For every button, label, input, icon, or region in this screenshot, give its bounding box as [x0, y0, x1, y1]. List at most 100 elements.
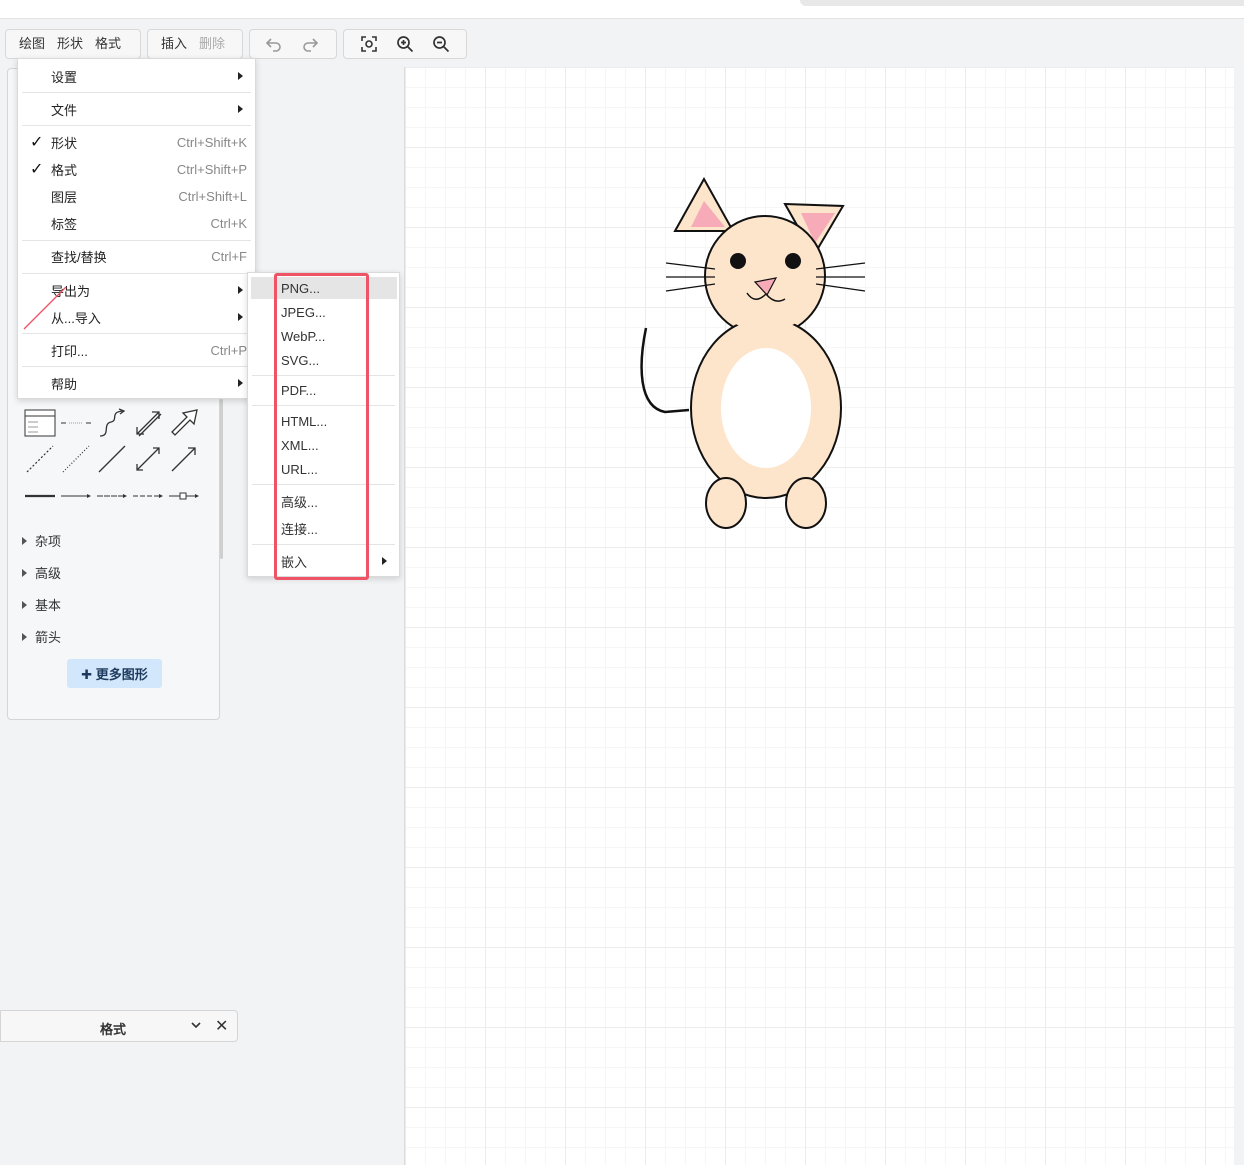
expand-triangle-icon — [22, 568, 27, 577]
submenu-arrow-icon — [238, 105, 243, 113]
menu-item-label: 文件 — [51, 102, 78, 118]
menu-item-shortcut: Ctrl+Shift+L — [178, 188, 247, 204]
menu-item-layers[interactable]: 图层 Ctrl+Shift+L — [18, 183, 255, 209]
insert-button[interactable]: 插入 — [148, 30, 193, 58]
edit-group: 插入 删除 — [147, 29, 243, 59]
undo-icon[interactable] — [256, 30, 292, 58]
menu-item-find-replace[interactable]: 查找/替换 Ctrl+F — [18, 243, 255, 269]
submenu-arrow-icon — [238, 72, 243, 80]
menu-item-print[interactable]: 打印... Ctrl+P — [18, 337, 255, 363]
shape-dashed-line[interactable] — [22, 441, 58, 477]
shape-bidirectional-arrow[interactable] — [130, 405, 166, 441]
export-svg[interactable]: SVG... — [248, 349, 399, 371]
shape-connector-dashed[interactable] — [94, 478, 130, 514]
export-pdf[interactable]: PDF... — [248, 379, 399, 401]
menu-format[interactable]: 格式 — [89, 30, 127, 58]
zoom-out-icon[interactable] — [423, 30, 459, 58]
menu-item-shape[interactable]: ✓ 形状 Ctrl+Shift+K — [18, 129, 255, 155]
delete-button[interactable]: 删除 — [193, 30, 231, 58]
shape-block-arrow[interactable] — [166, 405, 202, 441]
export-html[interactable]: HTML... — [248, 410, 399, 432]
menu-item-shortcut: Ctrl+K — [210, 215, 247, 231]
export-url[interactable]: URL... — [248, 458, 399, 480]
submenu-item-label: 连接... — [281, 521, 318, 537]
submenu-arrow-icon — [238, 313, 243, 321]
expand-triangle-icon — [22, 536, 27, 545]
menu-item-label: 查找/替换 — [51, 249, 107, 265]
close-icon[interactable]: ✕ — [215, 1016, 228, 1036]
menu-item-tags[interactable]: 标签 Ctrl+K — [18, 210, 255, 236]
cat-left-eye — [730, 253, 746, 269]
sidebar-scrollbar[interactable] — [220, 399, 223, 559]
export-embed[interactable]: 嵌入 — [248, 550, 399, 572]
cat-belly — [721, 348, 811, 468]
shape-connector-multi[interactable] — [130, 478, 166, 514]
redo-icon[interactable] — [292, 30, 328, 58]
more-shapes-button[interactable]: ✚ 更多图形 — [67, 659, 162, 688]
export-png[interactable]: PNG... — [251, 277, 397, 299]
export-link[interactable]: 连接... — [248, 517, 399, 539]
menu-item-label: 帮助 — [51, 376, 78, 392]
export-webp[interactable]: WebP... — [248, 325, 399, 347]
submenu-separator — [252, 405, 395, 406]
menu-item-label: 形状 — [51, 135, 78, 151]
menu-item-label: 格式 — [51, 162, 78, 178]
category-label: 高级 — [35, 566, 62, 581]
shapes-row-3 — [22, 478, 202, 514]
category-arrows[interactable]: 箭头 — [22, 627, 61, 646]
category-advanced[interactable]: 高级 — [22, 563, 61, 582]
export-jpeg[interactable]: JPEG... — [248, 301, 399, 323]
shape-curve-arrow[interactable] — [94, 405, 130, 441]
window-top-strip — [0, 0, 1244, 22]
submenu-item-label: 高级... — [281, 494, 318, 510]
submenu-arrow-icon — [238, 286, 243, 294]
export-advanced[interactable]: 高级... — [248, 490, 399, 512]
shape-connector-label[interactable] — [58, 478, 94, 514]
shape-line[interactable] — [94, 441, 130, 477]
shape-dotted-line[interactable] — [58, 441, 94, 477]
submenu-separator — [252, 544, 395, 545]
fit-page-icon[interactable] — [351, 30, 387, 58]
shapes-row-1 — [22, 405, 202, 441]
submenu-arrow-icon — [382, 557, 387, 565]
check-icon: ✓ — [30, 161, 44, 178]
menu-item-file[interactable]: 文件 — [18, 96, 255, 122]
category-label: 箭头 — [35, 630, 62, 645]
menu-item-label: 标签 — [51, 216, 78, 232]
submenu-item-label: SVG... — [281, 352, 320, 368]
shape-connector-block[interactable] — [166, 478, 202, 514]
menu-item-shortcut: Ctrl+Shift+P — [176, 161, 247, 177]
menu-group: 绘图 形状 格式 — [5, 29, 141, 59]
cat-right-eye — [785, 253, 801, 269]
export-xml[interactable]: XML... — [248, 434, 399, 456]
shapes-row-2 — [22, 441, 202, 477]
draw-menu-dropdown: 设置 文件 ✓ 形状 Ctrl+Shift+K ✓ 格式 Ctrl+Shift+… — [17, 58, 256, 399]
zoom-in-icon[interactable] — [387, 30, 423, 58]
category-basic[interactable]: 基本 — [22, 595, 61, 614]
shape-arrow-line[interactable] — [166, 441, 202, 477]
submenu-item-label: 嵌入 — [281, 554, 308, 570]
cat-right-foot — [785, 477, 827, 529]
drawing-canvas[interactable] — [404, 67, 1235, 1165]
chevron-down-icon[interactable] — [190, 1019, 202, 1034]
format-panel-title: 格式 — [100, 1022, 127, 1037]
cat-drawing[interactable] — [405, 67, 1235, 1165]
menu-item-help[interactable]: 帮助 — [18, 370, 255, 396]
shape-thick-line[interactable] — [22, 478, 58, 514]
shape-double-arrow-line[interactable] — [130, 441, 166, 477]
submenu-item-label: JPEG... — [281, 304, 326, 320]
menu-draw[interactable]: 绘图 — [6, 30, 51, 58]
menu-item-format[interactable]: ✓ 格式 Ctrl+Shift+P — [18, 156, 255, 182]
expand-triangle-icon — [22, 632, 27, 641]
menu-item-shortcut: Ctrl+F — [211, 248, 247, 264]
menu-separator — [22, 273, 251, 274]
history-group — [249, 29, 337, 59]
submenu-item-label: URL... — [281, 461, 318, 477]
menu-shape[interactable]: 形状 — [51, 30, 89, 58]
category-label: 杂项 — [35, 534, 62, 549]
category-misc[interactable]: 杂项 — [22, 531, 61, 550]
shape-link-label[interactable] — [58, 405, 94, 441]
menu-item-settings[interactable]: 设置 — [18, 63, 255, 89]
shape-list-container[interactable] — [22, 405, 58, 441]
submenu-item-label: PDF... — [281, 382, 317, 398]
